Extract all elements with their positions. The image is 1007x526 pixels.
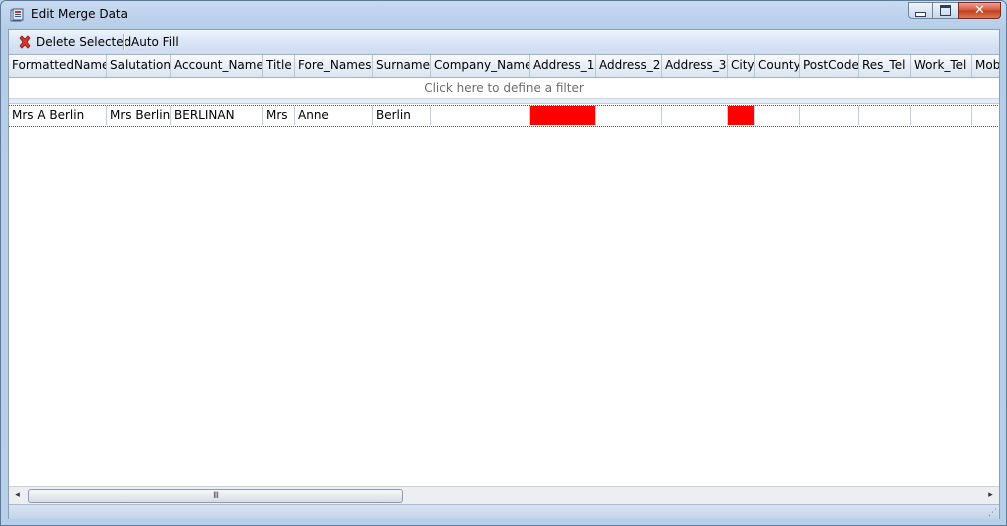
- column-header-city[interactable]: City: [728, 55, 755, 77]
- column-header-work-tel[interactable]: Work_Tel: [911, 55, 972, 77]
- column-header-salutation[interactable]: Salutation: [107, 55, 171, 77]
- auto-fill-label: Auto Fill: [131, 35, 179, 49]
- scroll-left-button[interactable]: ◂: [9, 487, 26, 504]
- cell-work-tel[interactable]: [911, 106, 972, 125]
- delete-icon: [19, 35, 31, 49]
- column-header-formattedname[interactable]: FormattedName: [9, 55, 107, 77]
- title-bar[interactable]: Edit Merge Data ✕: [1, 1, 1006, 29]
- client-area: Delete Selected Auto Fill FormattedName S…: [8, 29, 1000, 519]
- delete-selected-label: Delete Selected: [36, 35, 132, 49]
- cell-mobi[interactable]: [972, 106, 999, 125]
- resize-grip-icon[interactable]: ⋰: [988, 509, 997, 518]
- cell-address-2[interactable]: [596, 106, 662, 125]
- auto-fill-button[interactable]: Auto Fill: [129, 33, 181, 51]
- status-bar: ⋰: [9, 504, 999, 519]
- cell-company-name[interactable]: [431, 106, 530, 125]
- cell-salutation[interactable]: Mrs Berlin: [107, 106, 171, 125]
- close-icon: ✕: [974, 3, 985, 18]
- filter-separator: [9, 99, 999, 104]
- toolbar-separator: [123, 34, 125, 50]
- column-header-postcode[interactable]: PostCode: [800, 55, 859, 77]
- minimize-icon: [915, 11, 926, 17]
- cell-address-3[interactable]: [662, 106, 728, 125]
- window-title: Edit Merge Data: [31, 7, 128, 21]
- table-row[interactable]: Mrs A Berlin Mrs Berlin BERLINAN Mrs Anne Ber…: [9, 105, 999, 127]
- toolbar: Delete Selected Auto Fill: [9, 30, 999, 55]
- cell-address-1[interactable]: [530, 106, 596, 125]
- scrollbar-thumb[interactable]: III: [28, 489, 403, 503]
- column-header-address-3[interactable]: Address_3: [662, 55, 728, 77]
- cell-postcode[interactable]: [800, 106, 859, 125]
- column-header-surname[interactable]: Surname: [373, 55, 431, 77]
- horizontal-scrollbar[interactable]: ◂ III ▸: [9, 486, 999, 504]
- close-button[interactable]: ✕: [958, 2, 1001, 19]
- cell-formattedname[interactable]: Mrs A Berlin: [9, 106, 107, 125]
- scroll-right-button[interactable]: ▸: [982, 487, 999, 504]
- merge-data-grid[interactable]: FormattedName Salutation Account_Name Title…: [9, 55, 999, 485]
- column-header-address-2[interactable]: Address_2: [596, 55, 662, 77]
- cell-city[interactable]: [728, 106, 755, 125]
- window-frame: Edit Merge Data ✕ Delete Selected Auto F…: [0, 0, 1007, 526]
- minimize-button[interactable]: [908, 2, 933, 19]
- cell-res-tel[interactable]: [859, 106, 911, 125]
- column-header-res-tel[interactable]: Res_Tel: [859, 55, 911, 77]
- column-header-account-name[interactable]: Account_Name: [171, 55, 263, 77]
- maximize-button[interactable]: [932, 2, 959, 19]
- column-header-address-1[interactable]: Address_1: [530, 55, 596, 77]
- cell-account-name[interactable]: BERLINAN: [171, 106, 263, 125]
- column-header-title[interactable]: Title: [263, 55, 295, 77]
- cell-county[interactable]: [755, 106, 800, 125]
- cell-fore-names[interactable]: Anne: [295, 106, 373, 125]
- column-header-county[interactable]: County: [755, 55, 800, 77]
- column-header-company-name[interactable]: Company_Name: [431, 55, 530, 77]
- app-icon: [10, 8, 24, 22]
- column-header-fore-names[interactable]: Fore_Names: [295, 55, 373, 77]
- scrollbar-grip-icon: III: [213, 490, 219, 501]
- column-header-row: FormattedName Salutation Account_Name Title…: [9, 55, 999, 78]
- delete-selected-button[interactable]: Delete Selected: [16, 33, 133, 51]
- filter-row[interactable]: Click here to define a filter: [9, 78, 999, 99]
- maximize-icon: [940, 5, 951, 16]
- cell-title[interactable]: Mrs: [263, 106, 295, 125]
- cell-surname[interactable]: Berlin: [373, 106, 431, 125]
- column-header-mobi[interactable]: Mobi: [972, 55, 999, 77]
